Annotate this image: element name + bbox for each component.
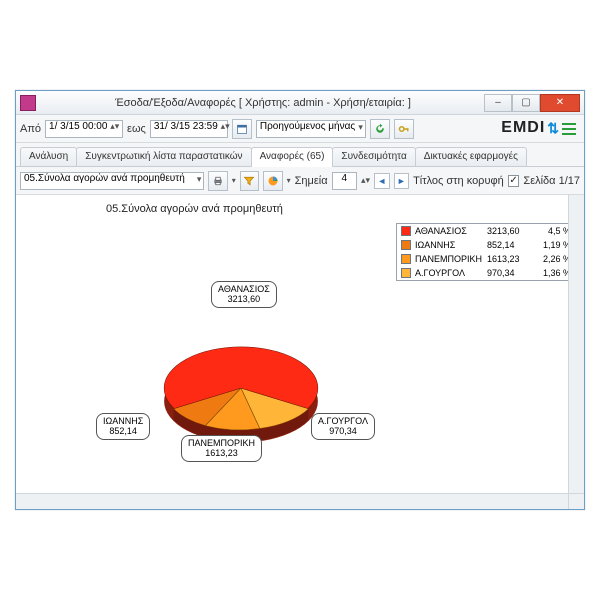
report-canvas: 05.Σύνολα αγορών ανά προμηθευτή ΑΘΑΝΑΣΙΟ… [16,195,584,509]
window-title: Έσοδα/Έξοδα/Αναφορές [ Χρήστης: admin - … [42,97,484,109]
slice-callout: ΠΑΝΕΜΠΟΡΙΚΗ 1613,23 [181,435,262,462]
legend-swatch-icon [401,226,411,236]
legend-swatch-icon [401,268,411,278]
report-select[interactable]: 05.Σύνολα αγορών ανά προμηθευτή [20,172,204,190]
horizontal-scrollbar[interactable] [16,493,568,509]
window-buttons: – ▢ ✕ [484,94,580,112]
scroll-corner [568,493,584,509]
calendar-icon[interactable] [232,119,252,139]
brand-logo: EMDI⇅ [501,119,576,137]
filter-icon[interactable] [240,171,259,191]
tab-connectivity[interactable]: Συνδεσιμότητα [332,147,415,166]
report-toolbar: 05.Σύνολα αγορών ανά προμηθευτή ▾ ▾ Σημε… [16,167,584,195]
from-label: Από [20,123,41,135]
slice-callout: ΙΩΑΝΝΗΣ 852,14 [96,413,150,440]
refresh-icon[interactable] [370,119,390,139]
tab-web-apps[interactable]: Δικτυακές εφαρμογές [415,147,527,166]
chart-type-icon[interactable] [263,171,282,191]
maximize-button[interactable]: ▢ [512,94,540,112]
points-input[interactable]: 4 [332,172,357,190]
legend-row: ΠΑΝΕΜΠΟΡΙΚΗ 1613,23 2,26 % [397,252,575,266]
next-page-button[interactable]: ► [394,173,410,189]
tabstrip: Ανάλυση Συγκεντρωτική λίστα παραστατικών… [16,143,584,167]
legend-row: Α.ΓΟΥΡΓΟΛ 970,34 1,36 % [397,266,575,280]
page-indicator: Σελίδα 1/17 [523,175,580,187]
title-on-top-checkbox[interactable]: ✓ [508,175,520,187]
titlebar: Έσοδα/Έξοδα/Αναφορές [ Χρήστης: admin - … [16,91,584,115]
points-label: Σημεία [295,175,328,187]
print-icon[interactable] [208,171,227,191]
period-select[interactable]: Προηγούμενος μήνας [256,120,366,138]
legend-table: ΑΘΑΝΑΣΙΟΣ 3213,60 4,5 % ΙΩΑΝΝΗΣ 852,14 1… [396,223,576,281]
legend-row: ΙΩΑΝΝΗΣ 852,14 1,19 % [397,238,575,252]
key-icon[interactable] [394,119,414,139]
to-date-input[interactable]: 31/ 3/15 23:59 ▴▾ [150,120,228,138]
legend-swatch-icon [401,254,411,264]
to-label: εως [127,123,146,135]
from-date-input[interactable]: 1/ 3/15 00:00 ▴▾ [45,120,123,138]
prev-page-button[interactable]: ◄ [374,173,390,189]
title-on-top-label: Τίτλος στη κορυφή [413,175,504,187]
menu-bars-icon [562,121,576,135]
app-window: Έσοδα/Έξοδα/Αναφορές [ Χρήστης: admin - … [15,90,585,510]
tab-reports[interactable]: Αναφορές (65) [251,147,334,167]
app-icon [20,95,36,111]
minimize-button[interactable]: – [484,94,512,112]
close-button[interactable]: ✕ [540,94,580,112]
date-toolbar: Από 1/ 3/15 00:00 ▴▾ εως 31/ 3/15 23:59 … [16,115,584,143]
tab-analysis[interactable]: Ανάλυση [20,147,77,166]
vertical-scrollbar[interactable] [568,195,584,493]
tab-summary-list[interactable]: Συγκεντρωτική λίστα παραστατικών [76,147,251,166]
sync-arrows-icon: ⇅ [547,120,560,137]
slice-callout: ΑΘΑΝΑΣΙΟΣ 3213,60 [211,281,277,308]
slice-callout: Α.ΓΟΥΡΓΟΛ 970,34 [311,413,375,440]
legend-row: ΑΘΑΝΑΣΙΟΣ 3213,60 4,5 % [397,224,575,238]
legend-swatch-icon [401,240,411,250]
report-title: 05.Σύνολα αγορών ανά προμηθευτή [106,203,283,215]
